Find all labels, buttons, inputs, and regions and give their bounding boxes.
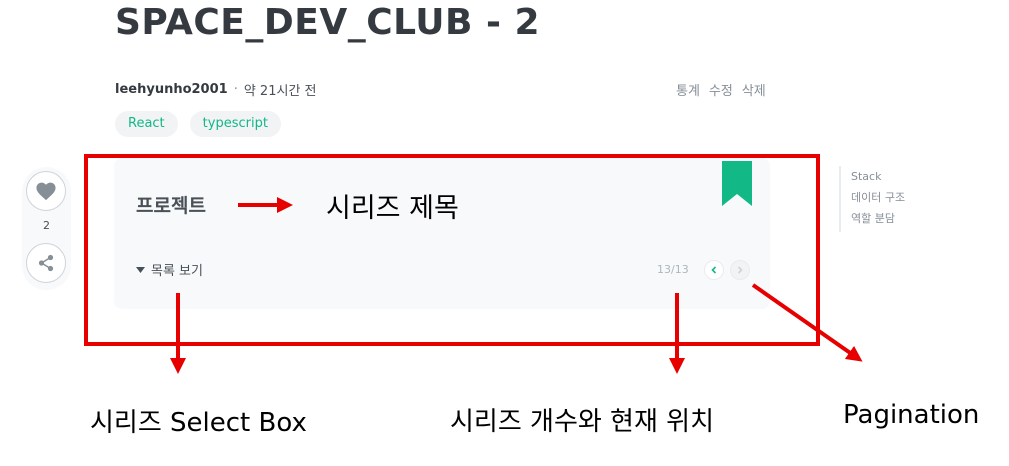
meta-separator: · [233, 82, 238, 97]
tag-react[interactable]: React [115, 111, 178, 137]
tag-typescript[interactable]: typescript [189, 111, 281, 137]
annotation-pagination: Pagination [843, 400, 980, 430]
post-actions: 통계 수정 삭제 [676, 80, 766, 99]
edit-button[interactable]: 수정 [709, 80, 733, 99]
table-of-contents: Stack 데이터 구조 역할 분담 [839, 166, 905, 232]
post-title: SPACE_DEV_CLUB - 2 [115, 2, 541, 43]
author-name[interactable]: leehyunho2001 [115, 82, 228, 97]
tag-list: React typescript [115, 111, 281, 137]
post-date: 약 21시간 전 [243, 84, 317, 99]
stats-button[interactable]: 통계 [676, 80, 700, 99]
toc-item-roles[interactable]: 역할 분담 [851, 208, 905, 229]
annotation-series-title: 시리즈 제목 [326, 193, 459, 224]
toc-item-data-structure[interactable]: 데이터 구조 [851, 187, 905, 208]
post-meta: leehyunho2001 · 약 21시간 전 [115, 80, 317, 99]
delete-button[interactable]: 삭제 [742, 80, 766, 99]
share-icon [38, 254, 54, 272]
like-button[interactable] [26, 171, 66, 211]
share-button[interactable] [26, 243, 66, 283]
toc-item-stack[interactable]: Stack [851, 166, 905, 187]
annotation-select-box: 시리즈 Select Box [90, 408, 307, 438]
like-count: 2 [43, 219, 50, 232]
annotation-count-position: 시리즈 개수와 현재 위치 [450, 407, 714, 437]
annotation-frame [84, 154, 820, 346]
post-page: SPACE_DEV_CLUB - 2 leehyunho2001 · 약 21시… [0, 0, 1009, 466]
like-share-sidebar: 2 [22, 167, 71, 290]
heart-icon [36, 182, 56, 201]
